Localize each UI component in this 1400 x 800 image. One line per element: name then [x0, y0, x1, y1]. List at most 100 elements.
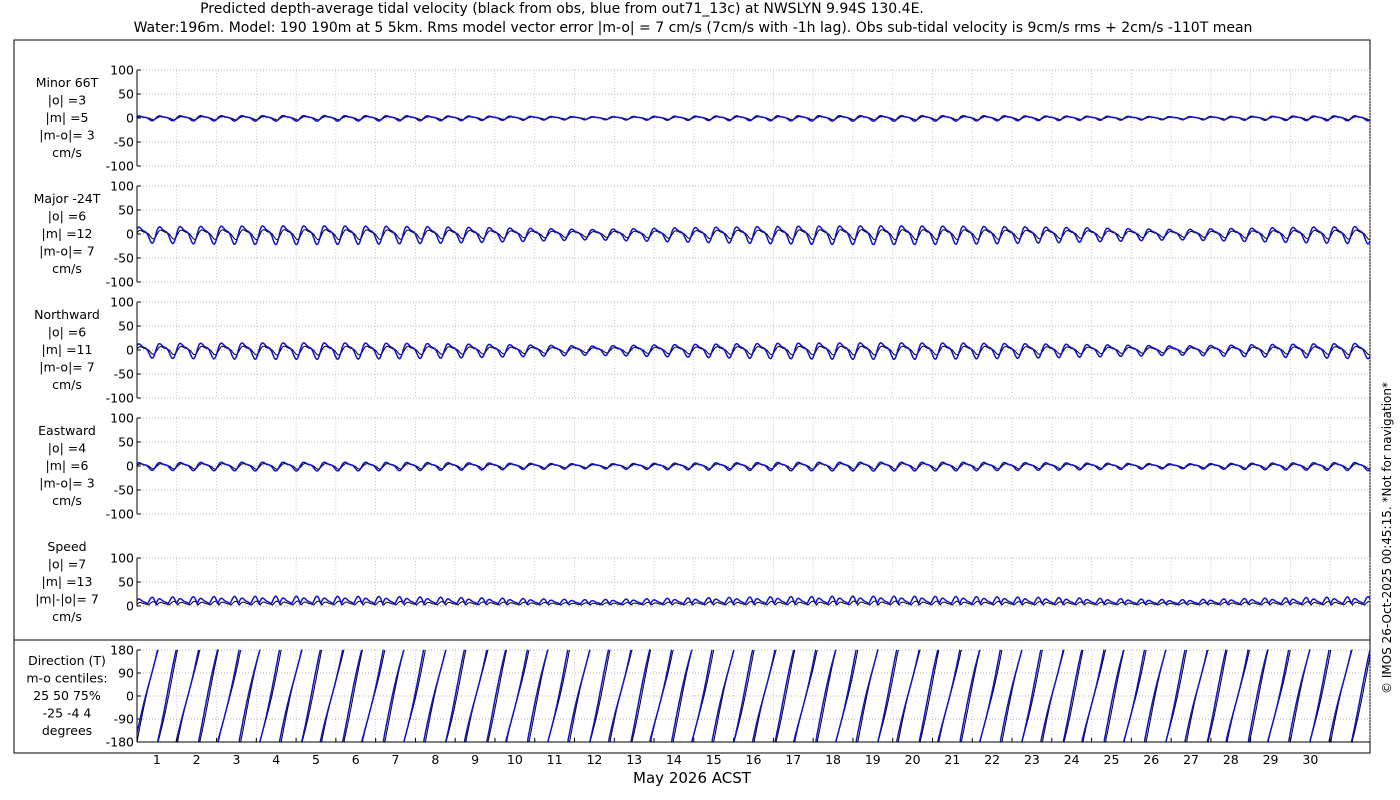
y-tick-label: 0	[126, 599, 134, 614]
y-tick-label: -50	[114, 135, 134, 150]
x-tick-label: 26	[1143, 752, 1159, 767]
x-tick-label: 17	[785, 752, 801, 767]
x-tick-label: 2	[193, 752, 201, 767]
panel-1: 100 50 0 -50 -100 Major -24T |o| =6 |m| =12 |m-o…	[34, 179, 1371, 290]
x-tick-label: 8	[431, 752, 439, 767]
x-tick-label: 14	[666, 752, 682, 767]
x-tick-label: 24	[1064, 752, 1080, 767]
panel-label-line: cm/s	[52, 609, 82, 624]
y-tick-label: -180	[106, 735, 134, 750]
panel-label-line: |m| =5	[46, 110, 89, 125]
panel-label-line: degrees	[42, 723, 92, 738]
panel-0: 100 50 0 -50 -100 Minor 66T |o| =3 |m| =5 |m-o|=…	[36, 63, 1371, 174]
y-tick-label: 50	[118, 319, 134, 334]
x-tick-label: 27	[1183, 752, 1199, 767]
panel-label-line: |m| =12	[42, 226, 93, 241]
panel-label-line: cm/s	[52, 377, 82, 392]
panel-label-line: |m| =6	[46, 458, 89, 473]
panel-label-line: -25 -4 4	[43, 706, 92, 721]
x-tick-label: 4	[272, 752, 280, 767]
x-tick-label: 30	[1302, 752, 1318, 767]
x-tick-label: 23	[1024, 752, 1040, 767]
y-tick-label: -50	[114, 483, 134, 498]
side-note: © IMOS 26-Oct-2025 00:45:15. *Not for na…	[1380, 382, 1394, 694]
x-tick-label: 11	[547, 752, 563, 767]
panel-label-line: cm/s	[52, 493, 82, 508]
panel-3: 100 50 0 -50 -100 Eastward |o| =4 |m| =6 |m-o|= …	[38, 411, 1371, 522]
y-tick-label: 100	[110, 63, 134, 78]
x-tick-label: 10	[507, 752, 523, 767]
panel-label-line: |o| =7	[48, 557, 86, 572]
panel-label-line: |m| =11	[42, 342, 93, 357]
x-tick-label: 1	[153, 752, 161, 767]
x-tick-label: 12	[586, 752, 602, 767]
outer-frame	[13, 39, 1371, 754]
y-tick-label: 0	[126, 227, 134, 242]
series-model-line	[136, 595, 1371, 607]
y-tick-label: 50	[118, 575, 134, 590]
x-tick-label: 19	[865, 752, 881, 767]
y-tick-label: 100	[110, 411, 134, 426]
x-tick-label: 21	[944, 752, 960, 767]
y-tick-label: 90	[118, 666, 134, 681]
y-tick-label: -50	[114, 367, 134, 382]
x-tick-label: 16	[746, 752, 762, 767]
panel-label-line: Northward	[34, 307, 100, 322]
x-tick-label: 25	[1104, 752, 1120, 767]
series-model-line	[136, 649, 1371, 743]
x-tick-label: 18	[825, 752, 841, 767]
panel-label-line: |o| =3	[48, 93, 86, 108]
y-tick-label: 0	[126, 111, 134, 126]
panel-label-line: |o| =6	[48, 325, 87, 340]
panel-label-line: Direction (T)	[28, 653, 106, 668]
y-tick-label: 50	[118, 203, 134, 218]
panel-label-line: m-o centiles:	[26, 671, 107, 686]
x-tick-label: 13	[626, 752, 642, 767]
panel-label-line: |m-o|= 7	[39, 360, 94, 375]
y-tick-label: -100	[106, 391, 134, 406]
y-tick-label: 0	[126, 343, 134, 358]
panel-label-line: Eastward	[38, 423, 96, 438]
y-tick-label: 0	[126, 459, 134, 474]
y-tick-label: -90	[114, 712, 134, 727]
panel-label-line: |m| =13	[42, 574, 93, 589]
panel-label-line: |m-o|= 7	[39, 244, 94, 259]
x-tick-label: 9	[471, 752, 479, 767]
panel-label-line: |m-o|= 3	[39, 476, 94, 491]
tidal-velocity-chart: Predicted depth-average tidal velocity (…	[13, 1, 1394, 787]
panel-label-line: Minor 66T	[36, 75, 99, 90]
panels-group: 100 50 0 -50 -100 Minor 66T |o| =3 |m| =5 |m-o|=…	[26, 63, 1371, 750]
x-tick-label: 3	[232, 752, 240, 767]
y-tick-label: 100	[110, 179, 134, 194]
y-tick-label: 100	[110, 551, 134, 566]
x-tick-label: 29	[1263, 752, 1279, 767]
y-tick-label: -50	[114, 251, 134, 266]
panel-4: 100 50 0 Speed |o| =7 |m| =13 |m|-|o|= 7 cm/s	[35, 539, 1371, 624]
panel-label-line: |o| =6	[48, 209, 87, 224]
x-tick-label: 15	[706, 752, 722, 767]
series-obs-line	[136, 649, 1371, 743]
panel-label-line: |o| =4	[48, 441, 87, 456]
chart-title-line1: Predicted depth-average tidal velocity (…	[200, 1, 924, 17]
chart-title-line2: Water:196m. Model: 190 190m at 5 5km. Rm…	[134, 20, 1253, 36]
panel-2: 100 50 0 -50 -100 Northward |o| =6 |m| =11 |m-o|…	[34, 295, 1371, 406]
y-tick-label: 50	[118, 435, 134, 450]
y-tick-label: 0	[126, 689, 134, 704]
panel-label-line: Speed	[47, 539, 86, 554]
x-tick-label: 20	[905, 752, 921, 767]
x-tick-label: 5	[312, 752, 320, 767]
panel-label-line: Major -24T	[34, 191, 101, 206]
panel-5: 180 90 0 -90 -180 Direction (T) m-o centiles: 2…	[26, 643, 1371, 750]
x-axis-label: May 2026 ACST	[633, 769, 752, 787]
y-tick-label: -100	[106, 159, 134, 174]
panel-label-line: |m-o|= 3	[39, 128, 94, 143]
y-tick-label: 50	[118, 87, 134, 102]
x-tick-label: 28	[1223, 752, 1239, 767]
panel-label-line: cm/s	[52, 261, 82, 276]
x-tick-label: 7	[392, 752, 400, 767]
panel-label-line: cm/s	[52, 145, 82, 160]
panel-label-line: |m|-|o|= 7	[35, 592, 99, 607]
y-tick-label: 100	[110, 295, 134, 310]
y-tick-label: -100	[106, 507, 134, 522]
panel-label-line: 25 50 75%	[33, 688, 101, 703]
